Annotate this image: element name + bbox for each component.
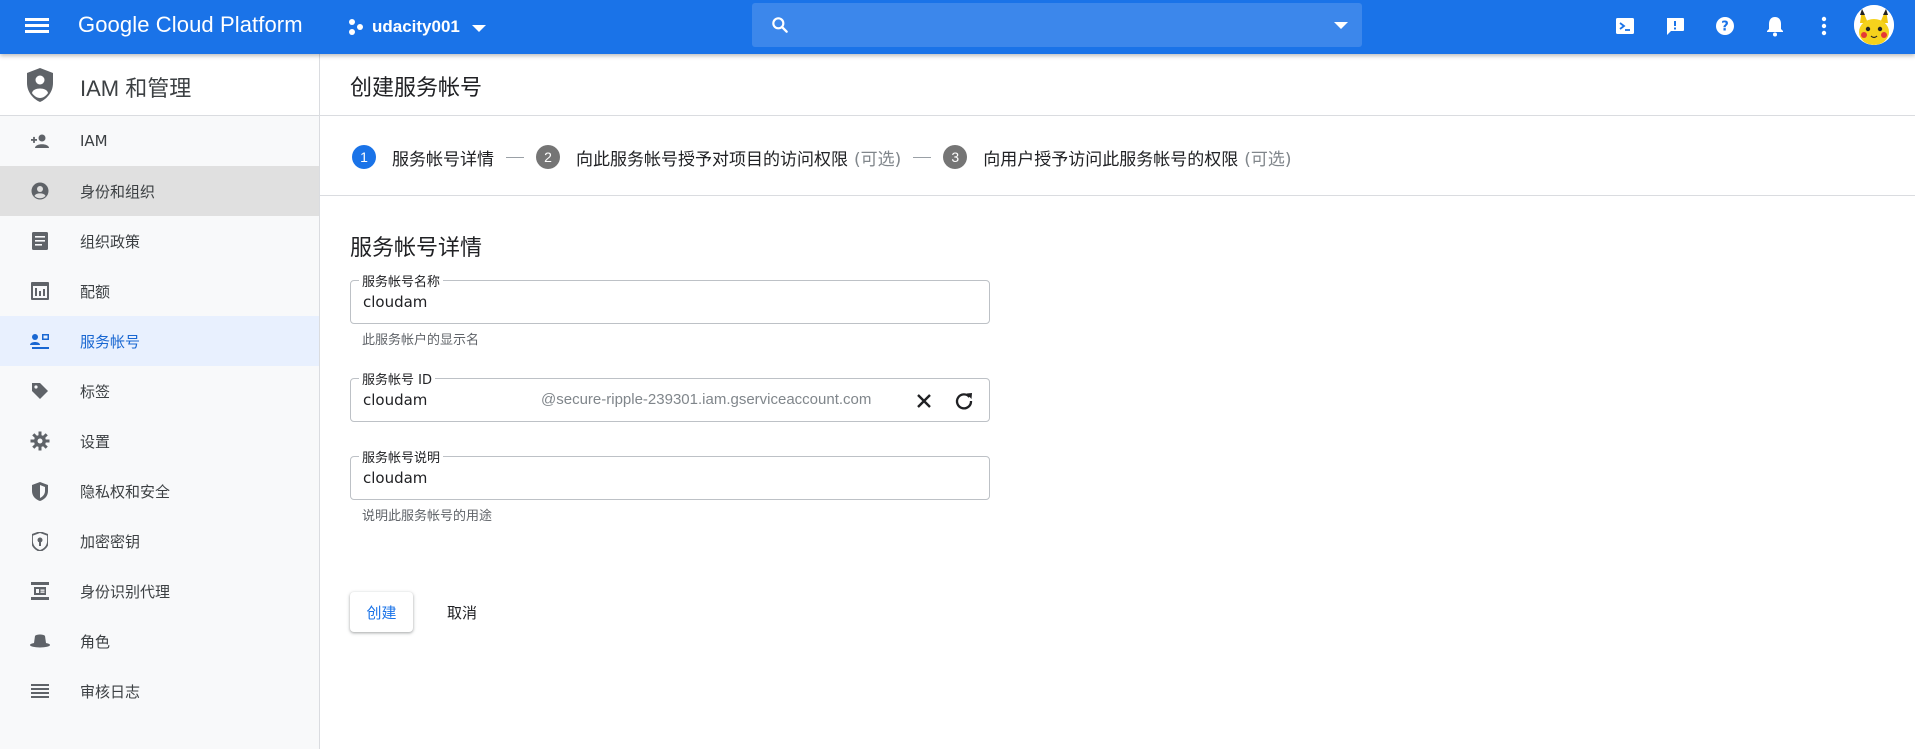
section-title: 服务帐号详情 — [350, 236, 483, 261]
stepper: 1 服务帐号详情 2 向此服务帐号授予对项目的访问权限 (可选) 3 向用户授予… — [352, 142, 1292, 172]
sidebar-item-label: 配额 — [80, 282, 111, 301]
main-content: 创建服务帐号 1 服务帐号详情 2 向此服务帐号授予对项目的访问权限 (可选) … — [320, 54, 1915, 749]
iam-shield-icon — [27, 68, 53, 102]
sidebar-item-iam[interactable]: IAM — [0, 116, 319, 166]
audit-logs-icon — [30, 681, 50, 701]
sidebar-item-identity-org[interactable]: 身份和组织 — [0, 166, 319, 216]
create-button[interactable]: 创建 — [350, 592, 413, 632]
field-label: 服务帐号说明 — [359, 447, 444, 466]
more-vert-icon[interactable] — [1811, 13, 1837, 39]
search-bar[interactable] — [752, 3, 1362, 47]
svg-text:?: ? — [1721, 20, 1729, 35]
service-account-name-input[interactable] — [363, 291, 763, 313]
sidebar: IAM 和管理 IAM 身份和组织 组织政策 配额 服务帐号 标签 设置 隐私权… — [0, 54, 320, 749]
field-hint: 此服务帐户的显示名 — [362, 333, 480, 348]
search-icon — [772, 17, 788, 33]
sidebar-title: IAM 和管理 — [80, 76, 192, 101]
help-icon[interactable]: ? — [1712, 13, 1738, 39]
person-add-icon — [30, 131, 50, 151]
search-input[interactable] — [812, 11, 1282, 39]
step-separator — [913, 156, 932, 158]
sidebar-item-encryption-keys[interactable]: 加密密钥 — [0, 516, 319, 566]
brand-title[interactable]: Google Cloud Platform — [78, 12, 303, 38]
sidebar-item-label: IAM — [80, 132, 108, 150]
service-account-icon — [30, 331, 50, 351]
top-app-bar: Google Cloud Platform udacity001 ? — [0, 0, 1915, 54]
step-label[interactable]: 向此服务帐号授予对项目的访问权限 — [576, 145, 848, 170]
search-dropdown-icon[interactable] — [1334, 22, 1348, 29]
project-selector[interactable]: udacity001 — [346, 12, 486, 42]
field-label: 服务帐号名称 — [359, 271, 444, 290]
service-account-name-field: 服务帐号名称 — [350, 271, 990, 324]
step-optional: (可选) — [1244, 149, 1292, 170]
service-account-description-input[interactable] — [363, 467, 763, 489]
service-account-description-field: 服务帐号说明 — [350, 447, 990, 500]
sidebar-item-identity-proxy[interactable]: 身份识别代理 — [0, 566, 319, 616]
sidebar-item-label: 隐私权和安全 — [80, 482, 171, 501]
step-number: 1 — [352, 145, 376, 169]
email-domain-suffix: @secure-ripple-239301.iam.gserviceaccoun… — [541, 391, 872, 408]
account-circle-icon — [30, 181, 50, 201]
cancel-button[interactable]: 取消 — [432, 592, 492, 632]
cloud-shell-icon[interactable] — [1612, 13, 1638, 39]
divider — [320, 115, 1915, 116]
sidebar-item-label: 加密密钥 — [80, 532, 141, 551]
project-name: udacity001 — [372, 17, 460, 36]
sidebar-item-label: 审核日志 — [80, 682, 141, 701]
service-account-id-input[interactable] — [363, 389, 523, 411]
chevron-down-icon — [471, 25, 486, 32]
sidebar-item-org-policies[interactable]: 组织政策 — [0, 216, 319, 266]
sidebar-item-service-accounts[interactable]: 服务帐号 — [0, 316, 319, 366]
sidebar-item-roles[interactable]: 角色 — [0, 616, 319, 666]
service-account-id-field: 服务帐号 ID @secure-ripple-239301.iam.gservi… — [350, 369, 990, 422]
clear-icon[interactable] — [912, 389, 936, 413]
sidebar-item-privacy-security[interactable]: 隐私权和安全 — [0, 466, 319, 516]
settings-gear-icon — [30, 431, 50, 451]
sidebar-item-labels[interactable]: 标签 — [0, 366, 319, 416]
identity-proxy-icon — [30, 581, 50, 601]
field-label: 服务帐号 ID — [359, 369, 435, 388]
policy-doc-icon — [30, 231, 50, 251]
sidebar-item-label: 标签 — [80, 382, 111, 401]
project-icon — [349, 19, 363, 35]
label-tag-icon — [30, 381, 50, 401]
encryption-key-icon — [30, 531, 50, 551]
sidebar-item-label: 服务帐号 — [80, 332, 141, 351]
sidebar-item-quotas[interactable]: 配额 — [0, 266, 319, 316]
privacy-shield-icon — [30, 481, 50, 501]
step-separator — [506, 156, 524, 158]
step-label[interactable]: 向用户授予访问此服务帐号的权限 — [983, 145, 1238, 170]
field-hint: 说明此服务帐号的用途 — [362, 509, 493, 524]
step-number: 2 — [536, 145, 560, 169]
divider — [320, 195, 1915, 196]
page-title: 创建服务帐号 — [350, 76, 483, 101]
step-number: 3 — [943, 145, 968, 169]
sidebar-item-settings[interactable]: 设置 — [0, 416, 319, 466]
step-label[interactable]: 服务帐号详情 — [392, 145, 494, 170]
refresh-icon[interactable] — [952, 389, 976, 413]
account-avatar[interactable] — [1854, 5, 1894, 45]
notifications-icon[interactable] — [1762, 13, 1788, 39]
sidebar-item-label: 角色 — [80, 632, 111, 651]
quota-icon — [30, 281, 50, 301]
sidebar-item-label: 设置 — [80, 432, 111, 451]
step-optional: (可选) — [854, 149, 902, 170]
sidebar-item-label: 身份和组织 — [80, 182, 156, 201]
sidebar-item-label: 组织政策 — [80, 232, 141, 251]
sidebar-item-audit-logs[interactable]: 审核日志 — [0, 666, 319, 716]
roles-hat-icon — [30, 631, 50, 651]
feedback-icon[interactable] — [1662, 13, 1688, 39]
sidebar-item-label: 身份识别代理 — [80, 582, 171, 601]
sidebar-header: IAM 和管理 — [0, 54, 319, 116]
menu-icon[interactable] — [24, 15, 50, 39]
